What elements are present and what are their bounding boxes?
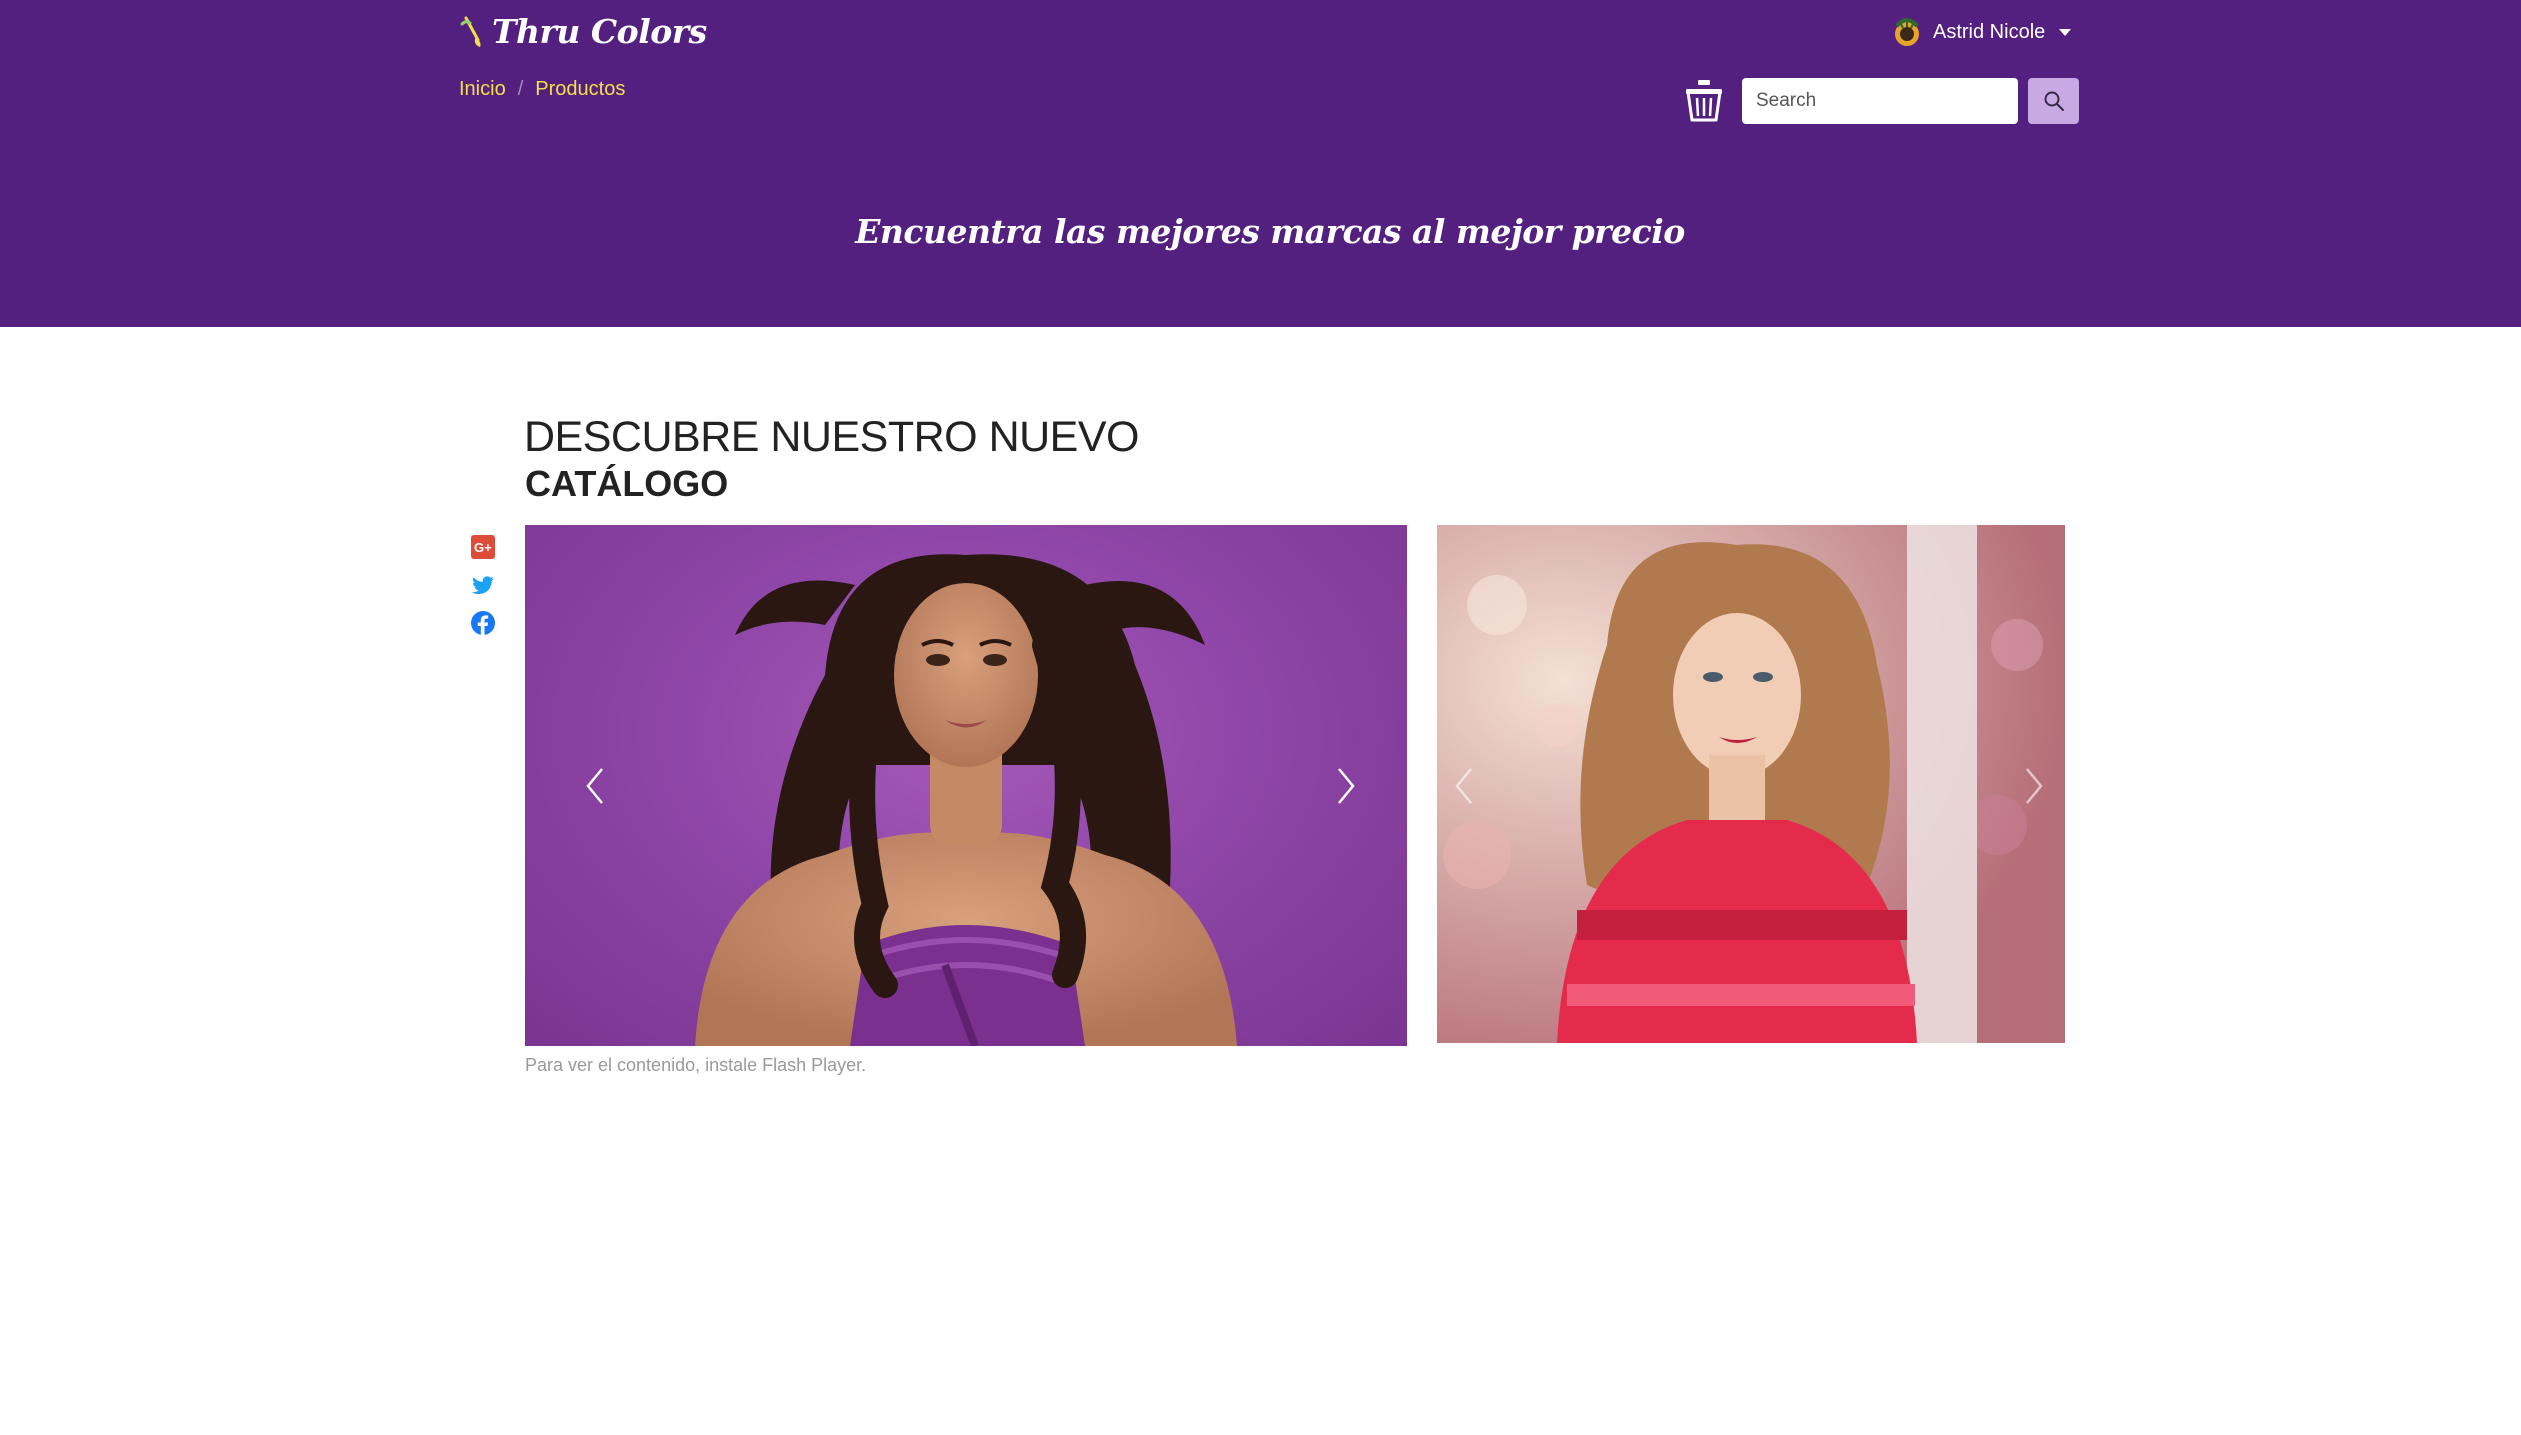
user-avatar-icon bbox=[1895, 18, 1919, 46]
user-menu-dropdown[interactable]: Astrid Nicole bbox=[1891, 12, 2072, 52]
breadcrumb-home[interactable]: Inicio bbox=[459, 78, 506, 101]
chevron-down-icon bbox=[2059, 28, 2072, 36]
carousel-prev-arrow-2[interactable] bbox=[1449, 761, 1479, 811]
catalog-headline: DESCUBRE NUESTRO NUEVO bbox=[524, 413, 1139, 461]
user-name: Astrid Nicole bbox=[1933, 20, 2046, 43]
model-photo-1 bbox=[695, 554, 1237, 1046]
search-icon bbox=[2044, 91, 2064, 111]
google-plus-icon[interactable]: G+ bbox=[470, 534, 496, 560]
brand-name: Thru Colors bbox=[492, 11, 707, 51]
basket-icon[interactable] bbox=[1684, 78, 1724, 124]
site-header: Thru Colors Inicio / Productos Astrid Ni… bbox=[0, 0, 2521, 327]
svg-text:G+: G+ bbox=[474, 540, 492, 555]
twitter-icon[interactable] bbox=[470, 572, 496, 598]
carousel-prev-arrow[interactable] bbox=[580, 761, 610, 811]
breadcrumb-separator: / bbox=[517, 78, 524, 100]
carousel-slide-1 bbox=[525, 525, 1407, 1046]
carousel-next-arrow-2[interactable] bbox=[2019, 761, 2049, 811]
carousel-next-arrow[interactable] bbox=[1331, 761, 1361, 811]
social-share-bar: G+ bbox=[470, 534, 496, 636]
flash-player-notice: Para ver el contenido, instale Flash Pla… bbox=[525, 1055, 867, 1075]
model-photo-2 bbox=[1437, 525, 2065, 1043]
brand-logo[interactable]: Thru Colors bbox=[458, 10, 707, 52]
breadcrumb-products[interactable]: Productos bbox=[535, 78, 625, 101]
header-tagline: Encuentra las mejores marcas al mejor pr… bbox=[855, 212, 1685, 251]
search-input[interactable] bbox=[1742, 78, 2018, 124]
breadcrumb: Inicio / Productos bbox=[459, 78, 625, 101]
brush-icon bbox=[460, 16, 481, 47]
search-button[interactable] bbox=[2028, 78, 2079, 124]
catalog-subheadline: CATÁLOGO bbox=[525, 463, 729, 504]
carousel-slide-2 bbox=[1437, 525, 2065, 1043]
facebook-icon[interactable] bbox=[470, 610, 496, 636]
